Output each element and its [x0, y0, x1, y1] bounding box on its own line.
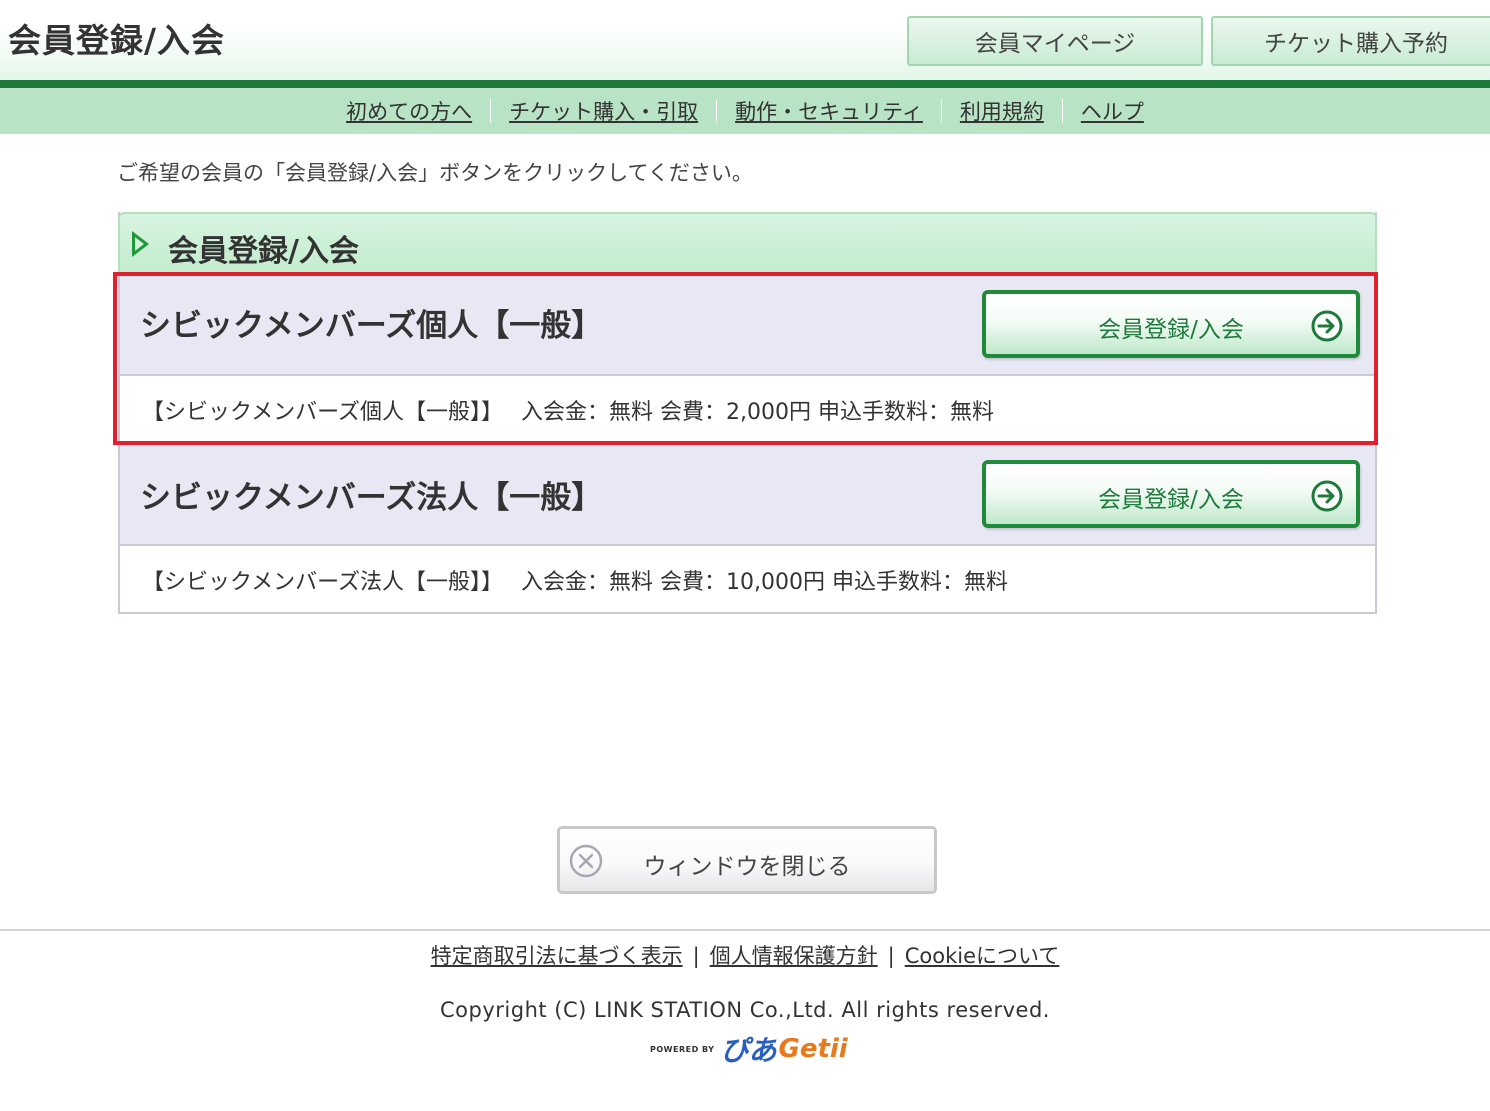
nav-link-terms[interactable]: 利用規約	[960, 96, 1044, 126]
global-nav: 初めての方へ チケット購入・引取 動作・セキュリティ 利用規約 ヘルプ	[0, 88, 1490, 134]
join-button-label: 会員登録/入会	[1098, 317, 1244, 343]
nav-link-beginners[interactable]: 初めての方へ	[346, 96, 472, 126]
header: 会員登録/入会 会員マイページ チケット購入予約	[0, 0, 1490, 80]
member-mypage-button[interactable]: 会員マイページ	[907, 16, 1203, 66]
footer-links: 特定商取引法に基づく表示 | 個人情報保護方針 | Cookieについて	[0, 940, 1490, 970]
section-title: 会員登録/入会	[168, 234, 359, 269]
join-button-corporate[interactable]: 会員登録/入会	[982, 460, 1360, 528]
arrow-right-circle-icon	[1311, 310, 1343, 342]
page-title: 会員登録/入会	[8, 21, 226, 60]
logo-powered-by: POWERED BY	[650, 1044, 715, 1054]
plan-details-individual: 【シビックメンバーズ個人【一般】】 入会金：無料 会費：2,000円 申込手数料…	[120, 374, 1375, 442]
section-header: 会員登録/入会	[118, 212, 1377, 272]
close-window-button[interactable]: ウィンドウを閉じる	[557, 826, 937, 894]
plan-name: シビックメンバーズ法人【一般】	[140, 480, 603, 516]
footer-link-commercial-law[interactable]: 特定商取引法に基づく表示	[431, 944, 683, 968]
footer-separator: |	[887, 944, 895, 968]
nav-separator	[490, 99, 492, 123]
nav-link-ticket-purchase[interactable]: チケット購入・引取	[509, 96, 698, 126]
logo-pia: ぴあ	[720, 1034, 777, 1067]
plan-details-corporate: 【シビックメンバーズ法人【一般】】 入会金：無料 会費：10,000円 申込手数…	[120, 544, 1375, 612]
triangle-bullet-inner	[135, 237, 144, 251]
plan-header-corporate: シビックメンバーズ法人【一般】 会員登録/入会	[120, 444, 1375, 546]
ticket-purchase-button[interactable]: チケット購入予約	[1211, 16, 1490, 66]
footer-divider	[0, 929, 1490, 931]
footer-link-cookie[interactable]: Cookieについて	[905, 944, 1060, 968]
powered-by-logo: POWERED BY ぴあ Getii	[650, 1032, 848, 1067]
plan-description: 【シビックメンバーズ法人【一般】】 入会金：無料 会費：10,000円 申込手数…	[142, 570, 1008, 595]
plan-name: シビックメンバーズ個人【一般】	[140, 308, 603, 344]
copyright-text: Copyright (C) LINK STATION Co.,Ltd. All …	[440, 998, 1050, 1022]
nav-link-security[interactable]: 動作・セキュリティ	[735, 96, 923, 126]
join-button-label: 会員登録/入会	[1098, 487, 1244, 513]
nav-separator	[716, 99, 718, 123]
instruction-text: ご希望の会員の「会員登録/入会」ボタンをクリックしてください。	[117, 161, 753, 185]
plan-header-individual: シビックメンバーズ個人【一般】 会員登録/入会	[120, 272, 1375, 374]
join-button-individual[interactable]: 会員登録/入会	[982, 290, 1360, 358]
nav-link-help[interactable]: ヘルプ	[1081, 96, 1144, 126]
logo-getii: Getii	[778, 1034, 848, 1064]
plan-description: 【シビックメンバーズ個人【一般】】 入会金：無料 会費：2,000円 申込手数料…	[142, 400, 994, 425]
nav-separator	[940, 99, 942, 123]
arrow-right-circle-icon	[1311, 480, 1343, 512]
nav-separator	[1061, 99, 1063, 123]
footer-link-privacy[interactable]: 個人情報保護方針	[710, 944, 878, 968]
header-divider	[0, 80, 1490, 88]
footer-separator: |	[692, 944, 700, 968]
close-window-label: ウィンドウを閉じる	[643, 854, 851, 880]
